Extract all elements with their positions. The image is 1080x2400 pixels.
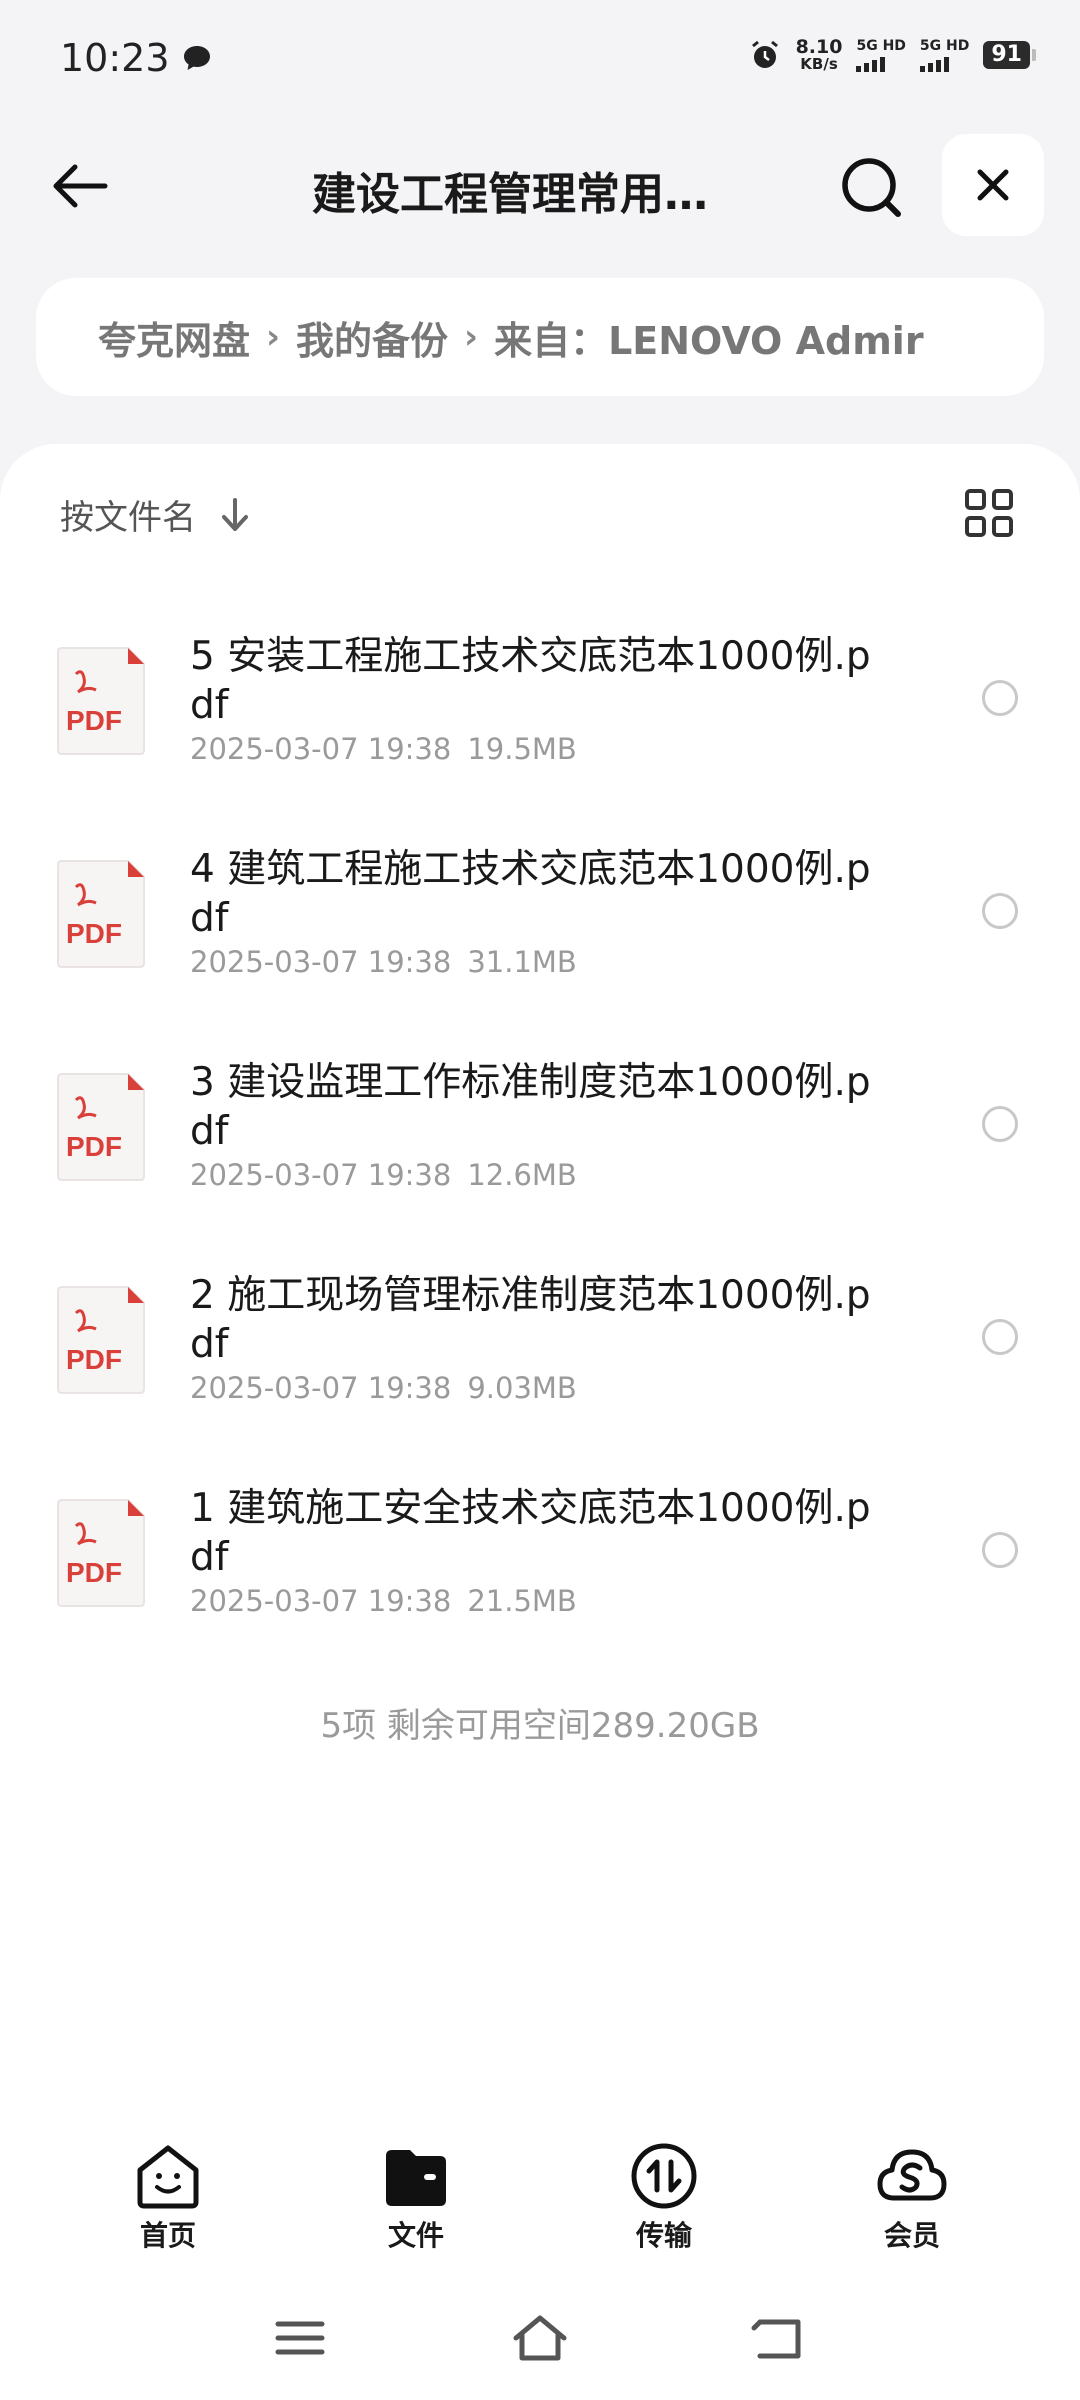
- nav-transfer[interactable]: 传输: [594, 2140, 734, 2254]
- storage-summary: 5项 剩余可用空间289.20GB: [320, 1706, 760, 1746]
- battery-icon: 91: [983, 41, 1036, 69]
- status-bar: 10:23 8.10 KB/s 5G HD 5G HD 91: [0, 0, 1080, 120]
- select-checkbox[interactable]: [982, 1532, 1018, 1568]
- breadcrumb-separator: ›: [464, 317, 479, 357]
- sim2-signal: 5G HD: [919, 39, 969, 72]
- file-size: 19.5MB: [467, 732, 577, 766]
- status-time: 10:23: [60, 36, 212, 80]
- grid-view-icon[interactable]: [964, 488, 1014, 538]
- status-icons: 8.10 KB/s 5G HD 5G HD 91: [748, 38, 1036, 72]
- search-icon: [842, 158, 901, 217]
- nav-home[interactable]: 首页: [98, 2140, 238, 2254]
- transfer-icon: [631, 2143, 697, 2209]
- file-date: 2025-03-07 19:38: [190, 1371, 452, 1405]
- select-checkbox[interactable]: [982, 1106, 1018, 1142]
- file-date: 2025-03-07 19:38: [190, 1158, 452, 1192]
- back-button[interactable]: [44, 156, 114, 216]
- file-row[interactable]: PDF 5 安装工程施工技术交底范本1000例.pdf 2025-03-07 1…: [0, 614, 1080, 814]
- breadcrumb: 夸克网盘 › 我的备份 › 来自：LENOVO Admir: [36, 278, 1044, 396]
- file-name: 2 施工现场管理标准制度范本1000例.pdf: [190, 1273, 871, 1367]
- nav-files[interactable]: 文件: [346, 2140, 486, 2254]
- home-icon[interactable]: [510, 2312, 570, 2364]
- breadcrumb-item-backup[interactable]: 我的备份: [296, 310, 448, 365]
- pdf-file-icon: PDF: [57, 1286, 145, 1394]
- page-title: 建设工程管理常用…: [312, 169, 708, 220]
- header: 建设工程管理常用…: [0, 130, 1080, 240]
- file-name: 3 建设监理工作标准制度范本1000例.pdf: [190, 1060, 871, 1154]
- nav-files-label: 文件: [387, 2219, 444, 2252]
- svg-text:PDF: PDF: [66, 1344, 122, 1375]
- nav-home-label: 首页: [139, 2219, 196, 2252]
- file-size: 12.6MB: [467, 1158, 577, 1192]
- pdf-file-icon: PDF: [57, 1073, 145, 1181]
- file-date: 2025-03-07 19:38: [190, 945, 452, 979]
- home-smile-icon: [137, 2145, 199, 2209]
- file-row[interactable]: PDF 2 施工现场管理标准制度范本1000例.pdf 2025-03-07 1…: [0, 1253, 1080, 1453]
- file-size: 21.5MB: [467, 1584, 577, 1618]
- file-meta: 2025-03-07 19:38 19.5MB: [190, 732, 577, 766]
- bottom-nav: 首页 文件 传输 会员: [0, 2126, 1080, 2256]
- select-checkbox[interactable]: [982, 1319, 1018, 1355]
- pdf-file-icon: PDF: [57, 860, 145, 968]
- sort-button[interactable]: 按文件名: [60, 490, 252, 539]
- file-date: 2025-03-07 19:38: [190, 732, 452, 766]
- nav-transfer-label: 传输: [635, 2219, 692, 2252]
- arrow-left-icon: [53, 164, 108, 208]
- file-row[interactable]: PDF 4 建筑工程施工技术交底范本1000例.pdf 2025-03-07 1…: [0, 827, 1080, 1027]
- sim1-signal: 5G HD: [856, 39, 906, 72]
- file-name: 4 建筑工程施工技术交底范本1000例.pdf: [190, 847, 871, 941]
- file-meta: 2025-03-07 19:38 12.6MB: [190, 1158, 577, 1192]
- select-checkbox[interactable]: [982, 893, 1018, 929]
- close-icon: [977, 169, 1009, 201]
- svg-text:PDF: PDF: [66, 1131, 122, 1162]
- file-meta: 2025-03-07 19:38 31.1MB: [190, 945, 577, 979]
- svg-text:PDF: PDF: [66, 705, 122, 736]
- arrow-down-icon: [222, 497, 248, 531]
- breadcrumb-item-current[interactable]: 来自：LENOVO Admir: [494, 310, 924, 365]
- select-checkbox[interactable]: [982, 680, 1018, 716]
- pdf-file-icon: PDF: [57, 1499, 145, 1607]
- file-name: 1 建筑施工安全技术交底范本1000例.pdf: [190, 1486, 871, 1580]
- nav-member-label: 会员: [883, 2219, 940, 2252]
- file-size: 9.03MB: [467, 1371, 577, 1405]
- nav-member[interactable]: 会员: [842, 2140, 982, 2254]
- breadcrumb-item-root[interactable]: 夸克网盘: [98, 310, 250, 365]
- file-date: 2025-03-07 19:38: [190, 1584, 452, 1618]
- signal-bars-icon: [856, 56, 886, 72]
- file-size: 31.1MB: [467, 945, 577, 979]
- system-navigation-bar: [0, 2298, 1080, 2378]
- alarm-icon: [751, 40, 778, 68]
- file-meta: 2025-03-07 19:38 21.5MB: [190, 1584, 577, 1618]
- folder-icon: [386, 2150, 446, 2206]
- svg-text:PDF: PDF: [66, 1557, 122, 1588]
- close-button[interactable]: [942, 134, 1044, 236]
- network-speed: 8.10 KB/s: [795, 36, 843, 73]
- cloud-vip-icon: [877, 2149, 947, 2201]
- svg-text:PDF: PDF: [66, 918, 122, 949]
- file-list-panel: 按文件名 PDF 5 安装工程施工技术交底范本1000例.pdf 2025-03…: [0, 444, 1080, 2400]
- menu-icon[interactable]: [270, 2312, 330, 2364]
- signal-bars-icon: [919, 56, 949, 72]
- file-row[interactable]: PDF 1 建筑施工安全技术交底范本1000例.pdf 2025-03-07 1…: [0, 1466, 1080, 1666]
- search-button[interactable]: [832, 148, 912, 228]
- breadcrumb-separator: ›: [266, 317, 281, 357]
- file-meta: 2025-03-07 19:38 9.03MB: [190, 1371, 577, 1405]
- sort-label: 按文件名: [60, 498, 196, 538]
- file-name: 5 安装工程施工技术交底范本1000例.pdf: [190, 634, 871, 728]
- file-row[interactable]: PDF 3 建设监理工作标准制度范本1000例.pdf 2025-03-07 1…: [0, 1040, 1080, 1240]
- pdf-file-icon: PDF: [57, 647, 145, 755]
- back-nav-icon[interactable]: [750, 2312, 810, 2364]
- message-icon: [183, 46, 210, 70]
